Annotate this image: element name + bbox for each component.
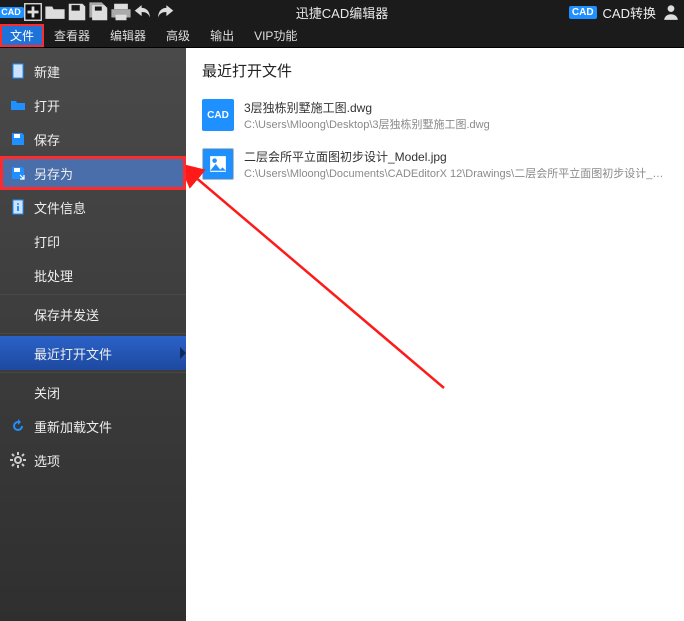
menu-vip[interactable]: VIP功能	[244, 24, 307, 47]
recent-file-item[interactable]: 二层会所平立面图初步设计_Model.jpg C:\Users\Mloong\D…	[202, 140, 668, 189]
save-icon[interactable]	[66, 1, 88, 23]
menu-label: 文件	[10, 27, 34, 44]
menu-advanced[interactable]: 高级	[156, 24, 200, 47]
recent-file-item[interactable]: CAD 3层独栋别墅施工图.dwg C:\Users\Mloong\Deskto…	[202, 91, 668, 140]
folder-open-icon	[10, 97, 26, 113]
menu-viewer[interactable]: 查看器	[44, 24, 100, 47]
file-text: 3层独栋别墅施工图.dwg C:\Users\Mloong\Desktop\3层…	[244, 99, 490, 132]
annotation-arrow	[186, 158, 484, 408]
separator	[0, 333, 186, 334]
sidebar-item-label: 打开	[34, 96, 60, 115]
file-menu-sidebar: 新建 打开 保存 另存为 文件信息 打印	[0, 48, 186, 621]
sidebar-item-label: 关闭	[34, 383, 60, 402]
recent-files-panel: 最近打开文件 CAD 3层独栋别墅施工图.dwg C:\Users\Mloong…	[186, 48, 684, 621]
menu-file[interactable]: 文件	[0, 24, 44, 47]
titlebar-right: CAD CAD转换	[569, 3, 680, 22]
thumb-label: CAD	[207, 110, 229, 121]
save-as-icon	[10, 165, 26, 181]
open-icon[interactable]	[44, 1, 66, 23]
close-icon	[10, 384, 26, 400]
recent-icon	[10, 345, 26, 361]
menu-output[interactable]: 输出	[200, 24, 244, 47]
cad-convert-button[interactable]: CAD转换	[603, 3, 656, 22]
menu-label: 高级	[166, 27, 190, 44]
sidebar-item-label: 文件信息	[34, 198, 86, 217]
save-icon	[10, 131, 26, 147]
app-logo: CAD	[0, 1, 22, 23]
sidebar-item-label: 新建	[34, 62, 60, 81]
cad-file-icon: CAD	[202, 99, 234, 131]
image-file-icon	[202, 148, 234, 180]
reload-icon	[10, 418, 26, 434]
menu-label: VIP功能	[254, 27, 297, 44]
sidebar-item-options[interactable]: 选项	[0, 443, 186, 477]
app-title: 迅捷CAD编辑器	[296, 3, 388, 22]
sidebar-item-new[interactable]: 新建	[0, 54, 186, 88]
print-icon[interactable]	[110, 1, 132, 23]
sidebar-item-label: 选项	[34, 451, 60, 470]
sidebar-item-print[interactable]: 打印	[0, 224, 186, 258]
send-icon	[10, 306, 26, 322]
body: 新建 打开 保存 另存为 文件信息 打印	[0, 48, 684, 621]
file-text: 二层会所平立面图初步设计_Model.jpg C:\Users\Mloong\D…	[244, 148, 668, 181]
sidebar-item-file-info[interactable]: 文件信息	[0, 190, 186, 224]
sidebar-item-recent[interactable]: 最近打开文件	[0, 336, 186, 370]
titlebar: CAD 迅捷CAD编辑器 CAD CAD转换	[0, 0, 684, 24]
sidebar-item-batch[interactable]: 批处理	[0, 258, 186, 292]
sidebar-item-label: 最近打开文件	[34, 344, 112, 363]
info-icon	[10, 199, 26, 215]
undo-icon[interactable]	[132, 1, 154, 23]
file-name: 3层独栋别墅施工图.dwg	[244, 99, 490, 116]
sidebar-item-label: 保存	[34, 130, 60, 149]
menu-label: 编辑器	[110, 27, 146, 44]
batch-icon	[10, 267, 26, 283]
sidebar-item-open[interactable]: 打开	[0, 88, 186, 122]
file-new-icon	[10, 63, 26, 79]
app-window: CAD 迅捷CAD编辑器 CAD CAD转换	[0, 0, 684, 621]
menu-label: 输出	[210, 27, 234, 44]
menu-editor[interactable]: 编辑器	[100, 24, 156, 47]
cad-badge-icon: CAD	[569, 6, 597, 19]
file-name: 二层会所平立面图初步设计_Model.jpg	[244, 148, 668, 165]
print-icon	[10, 233, 26, 249]
gear-icon	[10, 452, 26, 468]
sidebar-item-save[interactable]: 保存	[0, 122, 186, 156]
file-path: C:\Users\Mloong\Desktop\3层独栋别墅施工图.dwg	[244, 116, 490, 132]
user-icon[interactable]	[662, 3, 680, 21]
menu-label: 查看器	[54, 27, 90, 44]
redo-icon[interactable]	[154, 1, 176, 23]
save-all-icon[interactable]	[88, 1, 110, 23]
sidebar-item-save-as[interactable]: 另存为	[0, 156, 186, 190]
separator	[0, 372, 186, 373]
panel-title: 最近打开文件	[202, 60, 668, 81]
sidebar-item-save-send[interactable]: 保存并发送	[0, 297, 186, 331]
sidebar-item-label: 批处理	[34, 266, 73, 285]
new-icon[interactable]	[22, 1, 44, 23]
sidebar-item-reload[interactable]: 重新加载文件	[0, 409, 186, 443]
sidebar-item-label: 保存并发送	[34, 305, 99, 324]
sidebar-item-label: 打印	[34, 232, 60, 251]
sidebar-item-close[interactable]: 关闭	[0, 375, 186, 409]
separator	[0, 294, 186, 295]
file-path: C:\Users\Mloong\Documents\CADEditorX 12\…	[244, 165, 668, 181]
menubar: 文件 查看器 编辑器 高级 输出 VIP功能	[0, 24, 684, 48]
sidebar-item-label: 重新加载文件	[34, 417, 112, 436]
sidebar-item-label: 另存为	[34, 164, 73, 183]
